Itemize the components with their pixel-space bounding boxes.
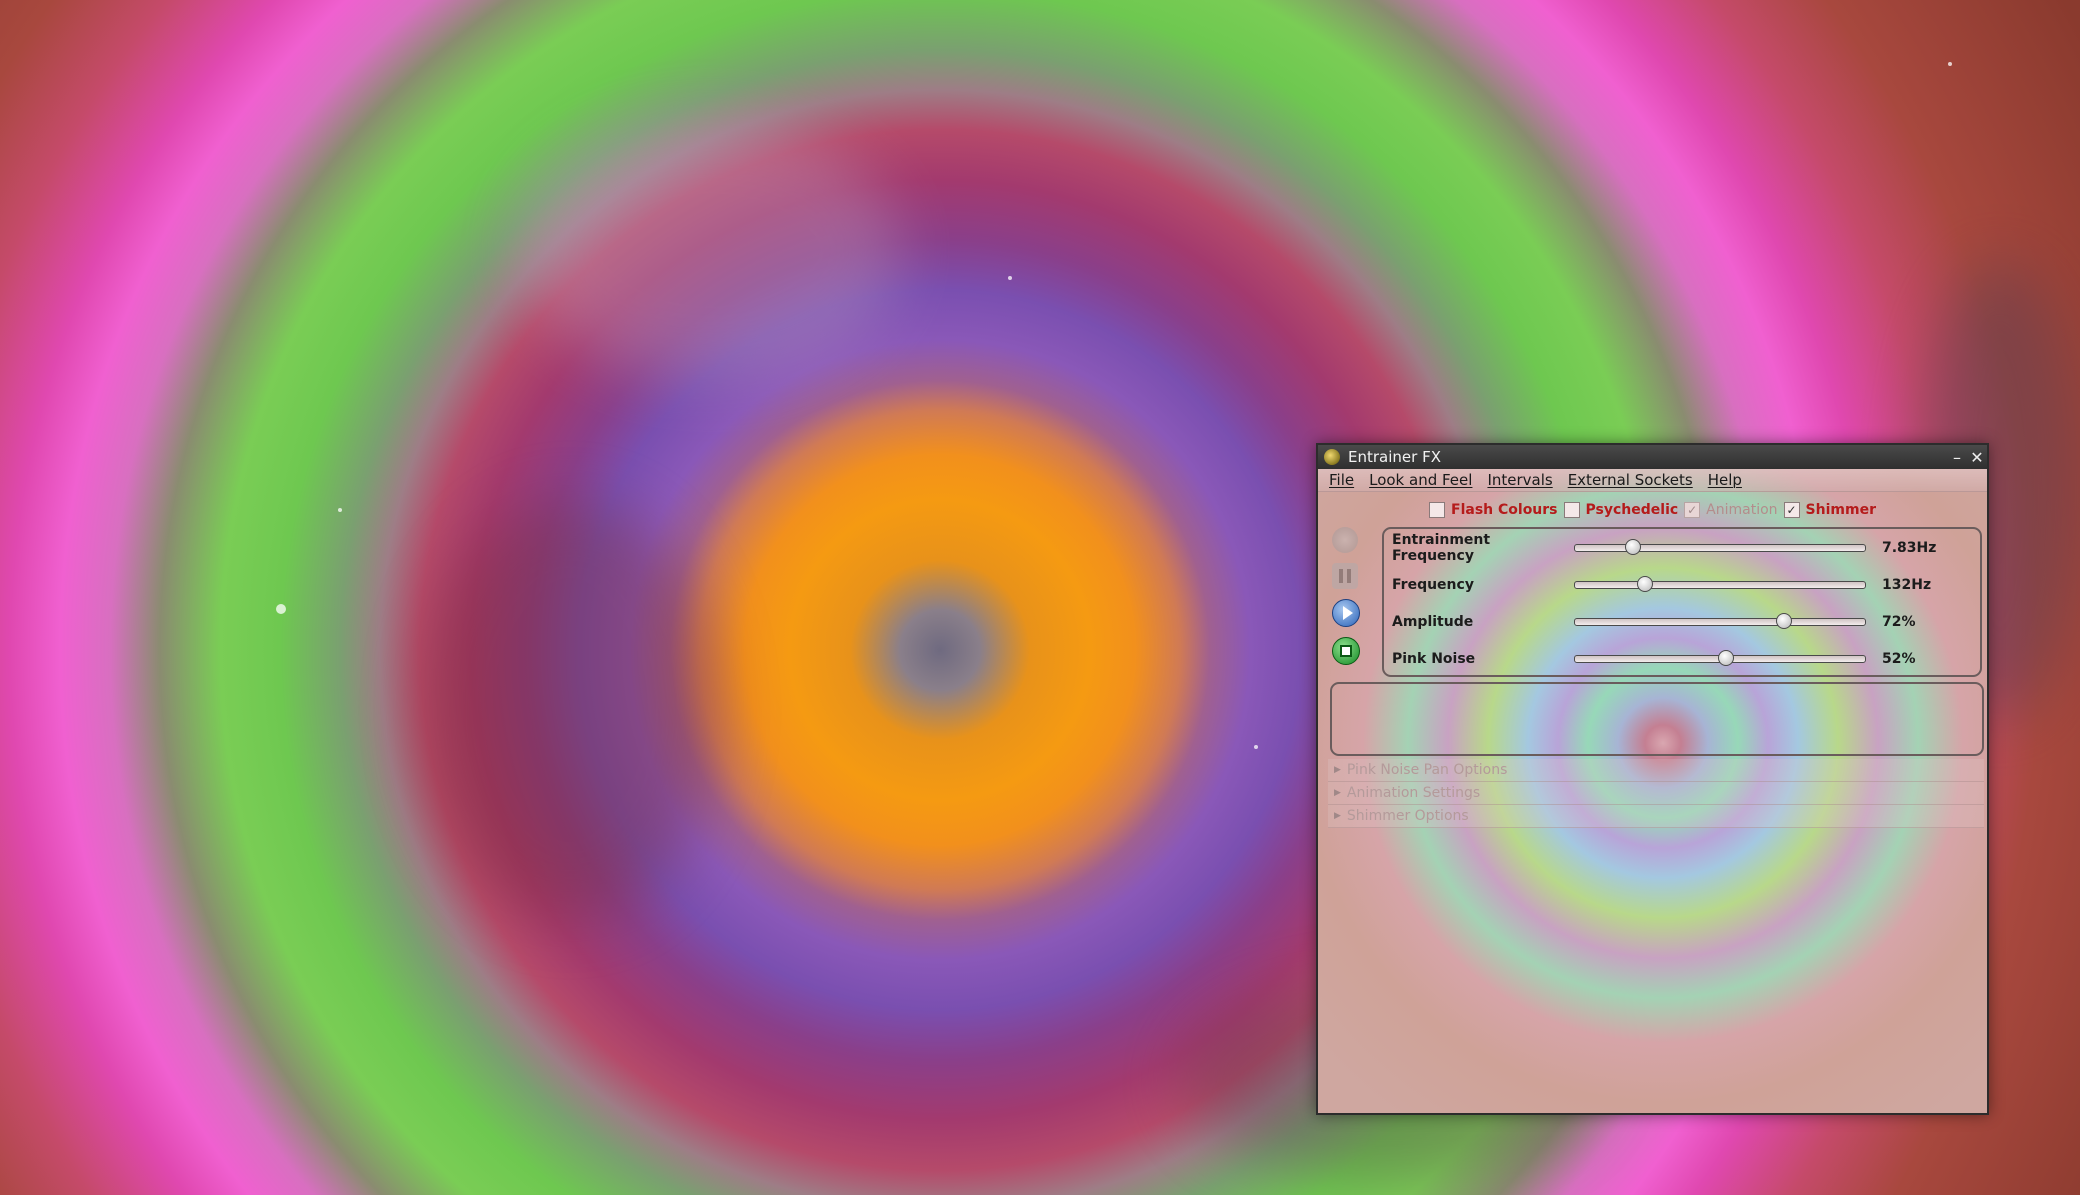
chevron-right-icon: ▶ [1334, 765, 1341, 775]
checkbox-label: Shimmer [1805, 502, 1876, 518]
nebula-cloud [420, 500, 720, 920]
title-bar[interactable]: Entrainer FX – ✕ [1318, 445, 1987, 469]
slider-row-amplitude: Amplitude 72% [1392, 610, 1982, 634]
status-panel [1330, 682, 1984, 756]
pause-icon[interactable] [1332, 563, 1358, 589]
menu-help[interactable]: Help [1708, 471, 1742, 489]
section-pink-noise-pan-options[interactable]: ▶ Pink Noise Pan Options [1328, 759, 1984, 782]
entrainment-frequency-slider[interactable] [1574, 539, 1866, 555]
slider-label: Amplitude [1392, 614, 1474, 630]
slider-label: Pink Noise [1392, 651, 1476, 667]
section-label: Pink Noise Pan Options [1346, 762, 1508, 778]
star [1254, 745, 1258, 749]
star [1948, 62, 1952, 66]
slider-value: 7.83Hz [1882, 540, 1937, 556]
flash-colours-checkbox[interactable]: Flash Colours [1429, 502, 1558, 518]
nebula-cloud [520, 120, 900, 380]
frequency-slider[interactable] [1574, 576, 1866, 592]
slider-label: Frequency [1392, 577, 1474, 593]
star [1008, 276, 1012, 280]
checkbox-label: Animation [1706, 502, 1778, 518]
close-icon[interactable]: ✕ [1967, 448, 1987, 467]
playback-controls [1332, 527, 1360, 675]
entrainer-window: Entrainer FX – ✕ File Look and Feel Inte… [1316, 443, 1989, 1115]
sliders-panel: Entrainment Frequency 7.83Hz Frequency 1… [1382, 527, 1982, 677]
slider-thumb[interactable] [1625, 539, 1641, 555]
slider-thumb[interactable] [1775, 613, 1792, 629]
checkmark-icon[interactable]: ✓ [1684, 502, 1701, 518]
animation-checkbox[interactable]: ✓ Animation [1684, 502, 1778, 518]
slider-row-entrainment-frequency: Entrainment Frequency 7.83Hz [1392, 532, 1982, 564]
minimize-icon[interactable]: – [1947, 448, 1967, 467]
slider-thumb[interactable] [1636, 576, 1653, 592]
menu-external-sockets[interactable]: External Sockets [1568, 471, 1693, 489]
menu-look-and-feel[interactable]: Look and Feel [1369, 471, 1472, 489]
slider-label: Entrainment Frequency [1392, 532, 1491, 564]
window-title: Entrainer FX [1348, 448, 1441, 466]
checkbox-label: Flash Colours [1451, 502, 1558, 518]
chevron-right-icon: ▶ [1334, 811, 1341, 821]
stop-icon[interactable] [1332, 637, 1360, 665]
menu-file[interactable]: File [1329, 471, 1354, 489]
psychedelic-checkbox[interactable]: Psychedelic [1563, 502, 1679, 518]
slider-thumb[interactable] [1717, 650, 1734, 666]
slider-row-frequency: Frequency 132Hz [1392, 573, 1982, 597]
record-icon[interactable] [1332, 527, 1358, 553]
slider-value: 72% [1882, 614, 1916, 630]
slider-row-pink-noise: Pink Noise 52% [1392, 647, 1982, 671]
star [276, 604, 286, 614]
chevron-right-icon: ▶ [1334, 788, 1341, 798]
checkbox-label: Psychedelic [1585, 502, 1679, 518]
checkmark-icon[interactable]: ✓ [1783, 502, 1800, 518]
checkbox-box[interactable] [1563, 502, 1580, 518]
section-label: Animation Settings [1346, 785, 1481, 801]
section-animation-settings[interactable]: ▶ Animation Settings [1328, 782, 1984, 805]
effect-options: Flash Colours Psychedelic ✓ Animation ✓ … [1318, 502, 1987, 518]
amplitude-slider[interactable] [1574, 613, 1866, 629]
section-shimmer-options[interactable]: ▶ Shimmer Options [1328, 805, 1984, 828]
section-label: Shimmer Options [1346, 808, 1469, 824]
checkbox-box[interactable] [1429, 502, 1446, 518]
shimmer-checkbox[interactable]: ✓ Shimmer [1783, 502, 1876, 518]
slider-value: 52% [1882, 651, 1916, 667]
slider-value: 132Hz [1882, 577, 1932, 593]
play-icon[interactable] [1332, 599, 1360, 627]
app-icon [1324, 449, 1340, 465]
menu-intervals[interactable]: Intervals [1487, 471, 1552, 489]
star [338, 508, 342, 512]
pink-noise-slider[interactable] [1574, 650, 1866, 666]
menu-bar: File Look and Feel Intervals External So… [1318, 469, 1987, 492]
